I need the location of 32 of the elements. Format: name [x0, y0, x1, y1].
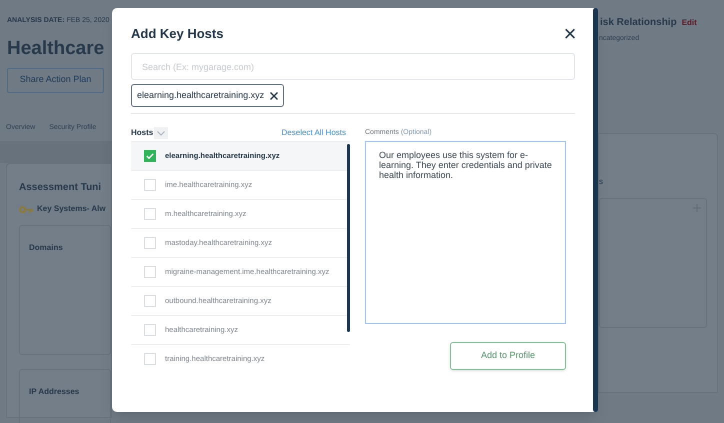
sort-dropdown[interactable] [154, 127, 168, 139]
card-title: Assessment Tuni [19, 181, 102, 195]
comments-field[interactable]: Our employees use this system for e-learning. They enter credentials and private health information. [365, 141, 566, 324]
key-systems-label: Key Systems- Alw [37, 203, 106, 215]
checkbox[interactable] [144, 237, 156, 249]
dialog-title: Add Key Hosts [131, 25, 224, 44]
checkbox[interactable] [144, 353, 156, 365]
chevron-icon [157, 130, 166, 136]
edit-link[interactable]: Edit [682, 16, 697, 28]
panel-title: Domains [29, 243, 63, 252]
search-field[interactable]: Search (Ex: mygarage.com) [131, 53, 575, 80]
checkbox[interactable] [144, 295, 156, 307]
remove-icon[interactable] [270, 92, 278, 100]
deselect-link[interactable]: Deselect All Hosts [282, 127, 346, 139]
checkbox[interactable] [144, 266, 156, 278]
checkbox[interactable] [144, 324, 156, 336]
share-button[interactable]: Share Action Plan [7, 68, 104, 92]
key-icon [19, 206, 33, 212]
checkbox[interactable] [144, 150, 156, 162]
check-icon [146, 153, 154, 159]
add-to-profile-button[interactable]: Add to Profile [450, 342, 566, 370]
hosts-label: Hosts [131, 127, 154, 139]
scrollbar[interactable] [347, 144, 350, 332]
chip-label: elearning.healthcaretraining.xyz [137, 88, 264, 102]
close-button[interactable]: × [563, 26, 577, 42]
checkbox[interactable] [144, 179, 156, 191]
section-title: isk Relationship [600, 16, 677, 30]
checkbox[interactable] [144, 208, 156, 220]
scrollbar[interactable] [593, 8, 598, 412]
panel-title: IP Addresses [29, 387, 80, 396]
label-fragment: s [599, 176, 604, 188]
page-title: Healthcare [6, 36, 106, 60]
